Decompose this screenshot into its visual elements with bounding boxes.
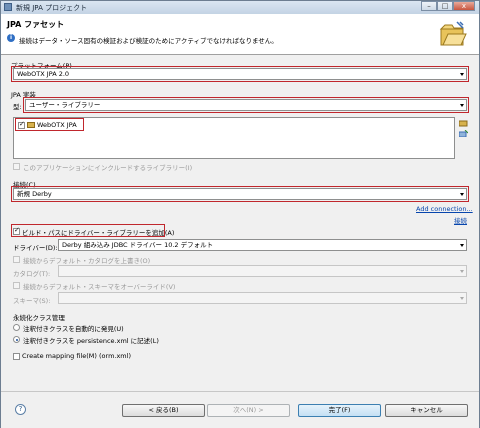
include-libraries-checkbox[interactable] xyxy=(13,163,20,170)
schema-select[interactable] xyxy=(58,292,467,304)
list-classes-radio[interactable] xyxy=(13,336,20,343)
override-schema-label: 接続からデフォルト・スキーマをオーバーライド(V) xyxy=(23,283,176,291)
window-title: 新規 JPA プロジェクト xyxy=(16,4,88,12)
maximize-button[interactable]: □ xyxy=(437,1,453,11)
override-catalog-checkbox[interactable] xyxy=(13,256,20,263)
chevron-down-icon xyxy=(460,244,464,247)
wizard-header: JPA ファセット i 接続はデータ・ソース固有の検証および検証のためにアクティ… xyxy=(1,14,479,55)
help-icon[interactable]: ? xyxy=(15,404,26,415)
driver-label: ドライバー(D): xyxy=(13,244,58,252)
folder-wizard-icon xyxy=(439,21,467,46)
app-icon xyxy=(4,3,12,11)
highlight-library xyxy=(15,118,84,131)
highlight-connection xyxy=(11,186,469,202)
finish-button[interactable]: 完了(F) xyxy=(298,404,381,417)
dialog-window: 新規 JPA プロジェクト – □ x JPA ファセット i 接続はデータ・ソ… xyxy=(0,0,480,428)
download-library-icon[interactable] xyxy=(459,130,468,137)
override-schema-checkbox[interactable] xyxy=(13,282,20,289)
highlight-type xyxy=(23,97,469,113)
persistent-section-label: 永続化クラス管理 xyxy=(13,314,65,322)
catalog-label: カタログ(T): xyxy=(13,270,51,278)
mapping-file-checkbox[interactable] xyxy=(13,353,20,360)
driver-select[interactable]: Derby 組み込み JDBC ドライバー 10.2 デフォルト xyxy=(58,239,467,251)
add-connection-link[interactable]: Add connection... xyxy=(416,205,473,213)
title-bar: 新規 JPA プロジェクト – □ x xyxy=(1,1,479,14)
list-classes-label: 注釈付きクラスを persistence.xml に記述(L) xyxy=(23,337,159,345)
connect-link[interactable]: 接続 xyxy=(454,215,467,225)
chevron-down-icon xyxy=(460,297,464,300)
discover-radio[interactable] xyxy=(13,324,20,331)
manage-libraries-icon[interactable] xyxy=(459,120,468,127)
header-message: 接続はデータ・ソース固有の検証および検証のためにアクティブでなければなりません。 xyxy=(19,37,278,45)
back-button[interactable]: < 戻る(B) xyxy=(122,404,205,417)
cancel-button[interactable]: キャンセル xyxy=(385,404,468,417)
driver-value: Derby 組み込み JDBC ドライバー 10.2 デフォルト xyxy=(62,241,214,249)
schema-label: スキーマ(S): xyxy=(13,297,51,305)
include-libraries-label: このアプリケーションにインクルードするライブラリー(I) xyxy=(23,164,193,172)
mapping-file-label: Create mapping file(M) (orm.xml) xyxy=(22,352,131,360)
button-bar: ? < 戻る(B) 次へ(N) > 完了(F) キャンセル xyxy=(1,391,479,428)
catalog-select[interactable] xyxy=(58,265,467,277)
discover-label: 注釈付きクラスを自動的に発見(U) xyxy=(23,325,124,333)
highlight-add-driver xyxy=(11,224,165,237)
override-catalog-label: 接続からデフォルト・カタログを上書き(O) xyxy=(23,257,151,265)
chevron-down-icon xyxy=(460,270,464,273)
info-icon: i xyxy=(7,34,15,42)
close-button[interactable]: x xyxy=(453,1,475,11)
page-title: JPA ファセット xyxy=(7,20,65,29)
minimize-button[interactable]: – xyxy=(421,1,437,11)
next-button[interactable]: 次へ(N) > xyxy=(207,404,290,417)
highlight-platform xyxy=(11,66,469,82)
type-label: 型: xyxy=(13,103,22,111)
